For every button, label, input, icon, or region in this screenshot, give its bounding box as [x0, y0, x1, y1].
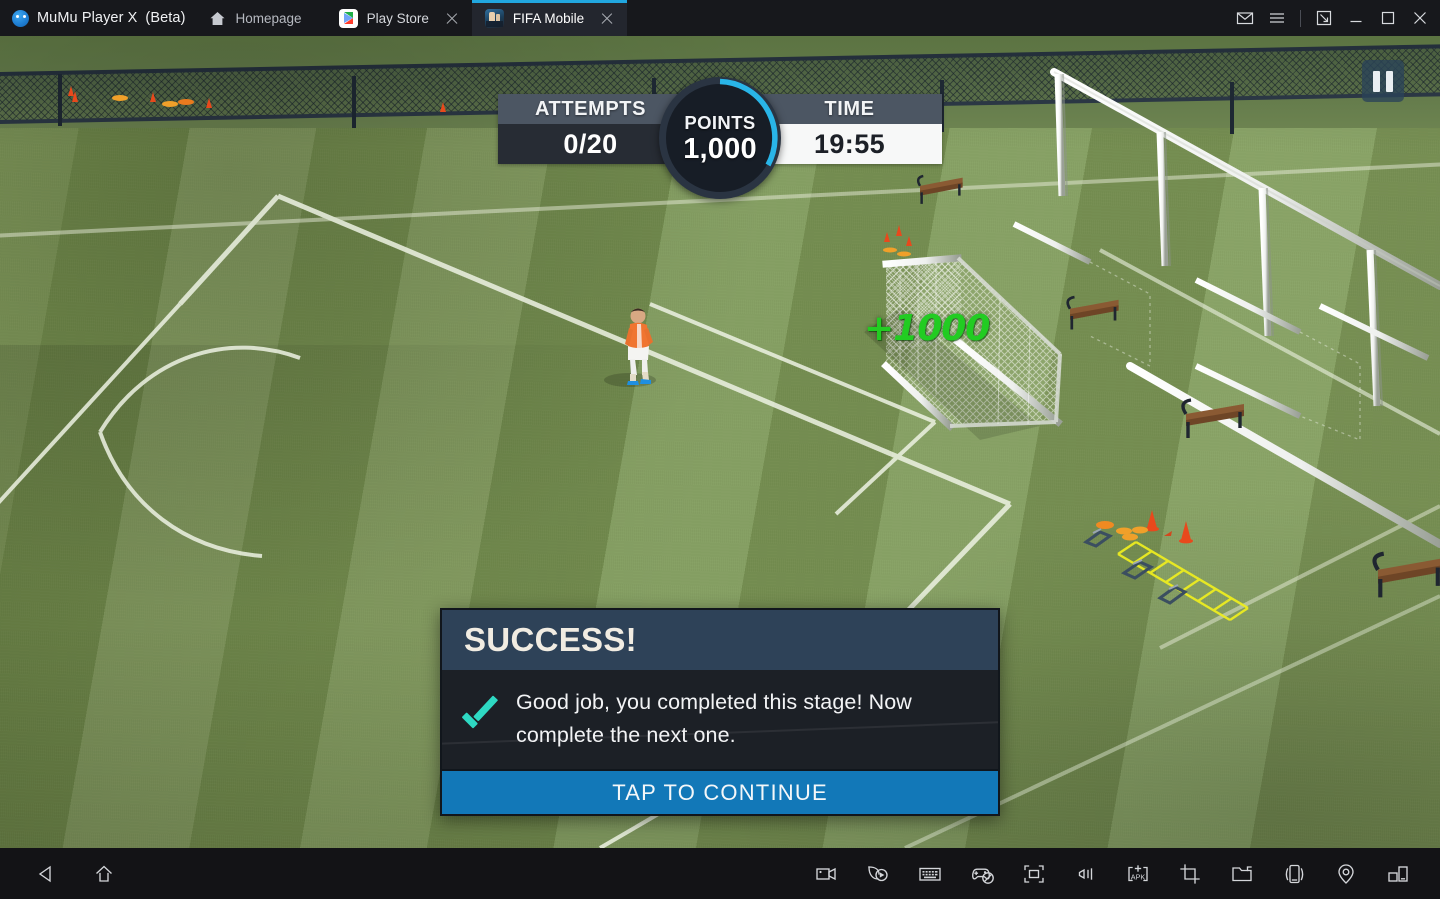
- pause-bar-right: [1386, 70, 1393, 92]
- dialog-title: SUCCESS!: [442, 610, 998, 670]
- home-icon: [210, 11, 225, 25]
- multi-instance-icon: [1388, 865, 1408, 882]
- points-badge: POINTS 1,000: [659, 77, 781, 199]
- dialog-body: Good job, you completed this stage! Now …: [442, 670, 998, 770]
- training-equipment: [68, 86, 1249, 622]
- check-icon: [460, 703, 500, 735]
- location-button[interactable]: [1320, 848, 1372, 899]
- title-bar: MuMu Player X (Beta) Homepage Play Store…: [0, 0, 1440, 36]
- pause-bar-left: [1373, 70, 1380, 92]
- tab-fifa-mobile-close-icon[interactable]: [597, 8, 617, 28]
- fifa-mobile-icon: [484, 8, 504, 28]
- shake-device-icon: [1285, 864, 1304, 883]
- tab-fifa-mobile[interactable]: FIFA Mobile: [471, 0, 628, 36]
- score-popup: +1000: [864, 308, 990, 349]
- app-title: MuMu Player X: [37, 10, 138, 26]
- attempts-panel: ATTEMPTS 0/20: [498, 94, 683, 164]
- shared-folder-icon: [1232, 865, 1252, 881]
- game-hud: ATTEMPTS 0/20 TIME 19:55 POINTS 1,000: [498, 77, 942, 199]
- shake-device-button[interactable]: [1268, 848, 1320, 899]
- macro-script-icon: [868, 865, 888, 881]
- volume-icon: [1078, 867, 1093, 880]
- shared-folder-button[interactable]: [1216, 848, 1268, 899]
- install-apk-icon: APK: [1128, 864, 1148, 881]
- minimize-icon: [1350, 20, 1362, 23]
- screenshot-crop-icon: [1180, 863, 1200, 884]
- home-icon: [96, 865, 112, 882]
- android-nav-buttons: [0, 848, 122, 899]
- volume-button[interactable]: [1060, 848, 1112, 899]
- fullscreen-button[interactable]: [1008, 848, 1060, 899]
- resize-icon: [1316, 10, 1332, 26]
- menu-button[interactable]: [1261, 0, 1293, 36]
- resize-button[interactable]: [1308, 0, 1340, 36]
- homepage-tab[interactable]: Homepage: [186, 0, 318, 36]
- app-brand: MuMu Player X (Beta): [0, 0, 186, 36]
- time-panel: TIME 19:55: [757, 94, 942, 164]
- points-value: 1,000: [683, 133, 757, 165]
- back-icon: [38, 865, 51, 882]
- time-value: 19:55: [757, 124, 942, 164]
- pause-button[interactable]: [1362, 60, 1404, 102]
- location-icon: [1338, 863, 1354, 884]
- game-viewport[interactable]: +1000 ATTEMPTS 0/20 TIME 19:55 POINTS 1,…: [0, 36, 1440, 848]
- window-controls-divider: [1300, 9, 1301, 27]
- play-store-icon: [338, 8, 358, 28]
- attempts-label: ATTEMPTS: [498, 94, 683, 124]
- main-goal: [864, 254, 1063, 440]
- back-button[interactable]: [28, 848, 64, 899]
- tab-play-store[interactable]: Play Store: [325, 0, 472, 36]
- attempts-value: 0/20: [498, 124, 683, 164]
- gamepad-disabled-button[interactable]: [956, 848, 1008, 899]
- multi-instance-button[interactable]: [1372, 848, 1424, 899]
- tab-play-store-label: Play Store: [366, 10, 429, 26]
- player-figure: [604, 308, 656, 387]
- fullscreen-icon: [1024, 864, 1044, 883]
- home-button[interactable]: [86, 848, 122, 899]
- tab-strip: Play Store FIFA Mobile: [325, 0, 628, 36]
- mail-button[interactable]: [1229, 0, 1261, 36]
- record-video-icon: [816, 867, 836, 880]
- mumu-logo-icon: [12, 9, 29, 27]
- dialog-message: Good job, you completed this stage! Now …: [516, 690, 912, 747]
- menu-icon: [1270, 13, 1284, 23]
- install-apk-button[interactable]: APK: [1112, 848, 1164, 899]
- points-label: POINTS: [684, 112, 756, 133]
- emulator-tools: APK: [800, 848, 1440, 899]
- macro-script-button[interactable]: [852, 848, 904, 899]
- tab-play-store-close-icon[interactable]: [442, 8, 462, 28]
- svg-text:APK: APK: [1131, 872, 1146, 881]
- window-controls: [1229, 0, 1440, 36]
- mail-icon: [1236, 12, 1254, 25]
- close-button[interactable]: [1404, 0, 1436, 36]
- minimize-button[interactable]: [1340, 0, 1372, 36]
- title-bar-spacer: [627, 0, 1229, 36]
- maximize-icon: [1381, 11, 1395, 25]
- app-title-suffix: (Beta): [145, 10, 186, 26]
- tap-to-continue-button[interactable]: TAP TO CONTINUE: [442, 769, 998, 815]
- maximize-button[interactable]: [1372, 0, 1404, 36]
- gamepad-disabled-icon: [972, 868, 994, 884]
- keyboard-mapping-button[interactable]: [904, 848, 956, 899]
- record-video-button[interactable]: [800, 848, 852, 899]
- homepage-label: Homepage: [235, 10, 302, 26]
- success-dialog: SUCCESS! Good job, you completed this st…: [440, 608, 1000, 817]
- tab-fifa-mobile-label: FIFA Mobile: [512, 10, 585, 26]
- emulator-toolbar: APK: [0, 848, 1440, 899]
- close-icon: [1414, 12, 1426, 24]
- keyboard-mapping-icon: [919, 867, 941, 881]
- screenshot-crop-button[interactable]: [1164, 848, 1216, 899]
- time-label: TIME: [757, 94, 942, 124]
